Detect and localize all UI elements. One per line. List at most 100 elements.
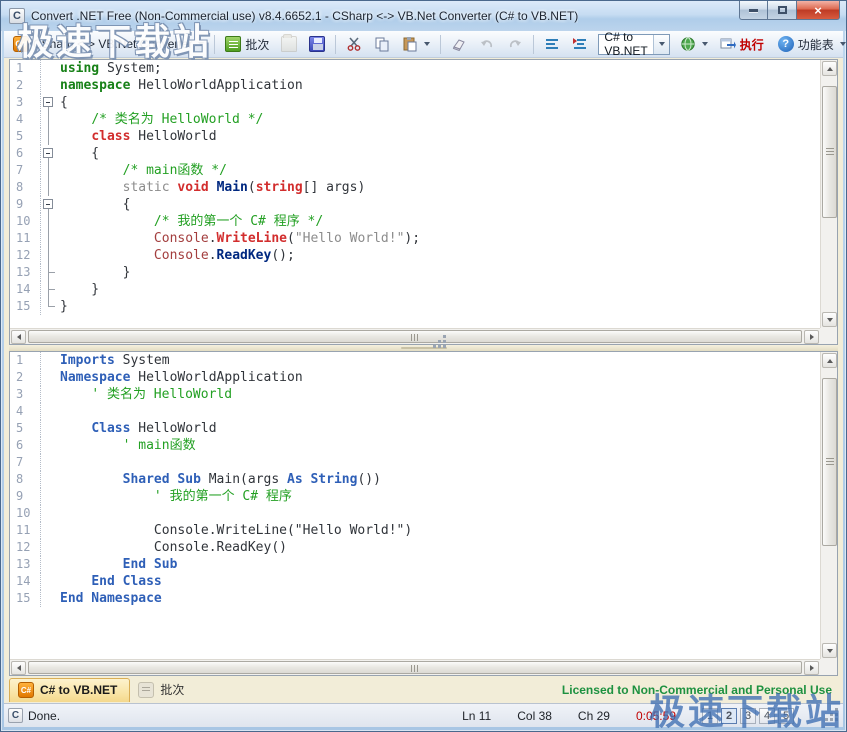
vbnet-code-area[interactable]: 1Imports System2Namespace HelloWorldAppl… bbox=[10, 352, 820, 659]
fold-toggle-icon[interactable] bbox=[40, 94, 56, 111]
tab-bar: C# C# to VB.NET 批次 Licensed to Non-Comme… bbox=[9, 676, 838, 703]
code-line: 1using System; bbox=[10, 60, 820, 77]
app-window: C Convert .NET Free (Non-Commercial use)… bbox=[0, 0, 847, 732]
csharp-vertical-scrollbar[interactable] bbox=[820, 60, 837, 328]
line-number: 1 bbox=[10, 352, 40, 369]
fold-margin bbox=[40, 77, 56, 94]
undo-button[interactable] bbox=[474, 33, 500, 56]
restore-button[interactable] bbox=[768, 1, 797, 20]
scroll-thumb[interactable] bbox=[28, 661, 802, 674]
converter-mode-button[interactable]: C# CSharp <-> VB.Net Converter bbox=[8, 33, 209, 56]
line-number: 7 bbox=[10, 162, 40, 179]
csharp-horizontal-scrollbar[interactable] bbox=[10, 328, 820, 344]
vbnet-horizontal-scrollbar[interactable] bbox=[10, 659, 820, 675]
line-number: 13 bbox=[10, 264, 40, 281]
layout-button-2[interactable]: 2 bbox=[721, 708, 737, 724]
layout-button-3[interactable]: 3 bbox=[740, 708, 756, 724]
line-number: 10 bbox=[10, 213, 40, 230]
code-line: 2Namespace HelloWorldApplication bbox=[10, 369, 820, 386]
scroll-up-button[interactable] bbox=[822, 353, 837, 368]
tab-batch[interactable]: 批次 bbox=[130, 678, 196, 702]
combo-dropdown-button[interactable] bbox=[653, 35, 669, 54]
copy-button[interactable] bbox=[369, 33, 395, 56]
client-area: 1using System;2namespace HelloWorldAppli… bbox=[4, 58, 843, 703]
fold-margin bbox=[40, 522, 56, 539]
fold-margin bbox=[40, 590, 56, 607]
fold-margin bbox=[40, 420, 56, 437]
paste-button[interactable] bbox=[397, 33, 435, 56]
arrow-up-icon bbox=[827, 359, 833, 363]
code-text: /* main函数 */ bbox=[56, 162, 227, 179]
scroll-left-button[interactable] bbox=[11, 330, 26, 344]
open-button[interactable] bbox=[276, 33, 302, 56]
code-text: ' 我的第一个 C# 程序 bbox=[56, 488, 292, 505]
run-button[interactable]: 执行 bbox=[715, 33, 769, 56]
globe-icon bbox=[680, 36, 696, 52]
menu-button[interactable]: ? 功能表 bbox=[773, 33, 847, 56]
fold-toggle-icon[interactable] bbox=[40, 145, 56, 162]
batch-button[interactable]: 批次 bbox=[220, 33, 274, 56]
clear-button[interactable] bbox=[446, 33, 472, 56]
line-number: 14 bbox=[10, 281, 40, 298]
scroll-down-button[interactable] bbox=[822, 643, 837, 658]
cut-icon bbox=[346, 36, 362, 52]
cut-button[interactable] bbox=[341, 33, 367, 56]
code-text: { bbox=[56, 145, 99, 162]
window-controls: × bbox=[739, 1, 840, 20]
fold-margin bbox=[40, 403, 56, 420]
code-line: 8 Shared Sub Main(args As String()) bbox=[10, 471, 820, 488]
title-bar[interactable]: C Convert .NET Free (Non-Commercial use)… bbox=[1, 1, 846, 31]
scroll-down-button[interactable] bbox=[822, 312, 837, 327]
tab-cs-to-vbnet[interactable]: C# C# to VB.NET bbox=[9, 678, 130, 702]
indent-lines-icon bbox=[572, 36, 588, 52]
line-number: 12 bbox=[10, 247, 40, 264]
close-icon: × bbox=[814, 3, 822, 18]
scroll-thumb[interactable] bbox=[28, 330, 802, 343]
code-text: } bbox=[56, 298, 68, 315]
csharp-editor[interactable]: 1using System;2namespace HelloWorldAppli… bbox=[9, 59, 838, 345]
status-column: Col 38 bbox=[517, 709, 552, 723]
code-text: ' main函数 bbox=[56, 437, 196, 454]
scroll-thumb[interactable] bbox=[822, 86, 837, 218]
scroll-right-button[interactable] bbox=[804, 661, 819, 675]
close-button[interactable]: × bbox=[797, 1, 840, 20]
code-text: using System; bbox=[56, 60, 162, 77]
redo-icon bbox=[507, 36, 523, 52]
chevron-down-icon bbox=[198, 42, 204, 46]
code-text: { bbox=[56, 196, 130, 213]
fold-margin bbox=[40, 556, 56, 573]
online-service-button[interactable] bbox=[675, 33, 713, 56]
arrow-left-icon bbox=[17, 665, 21, 671]
scroll-right-button[interactable] bbox=[804, 330, 819, 344]
code-line: 9 ' 我的第一个 C# 程序 bbox=[10, 488, 820, 505]
minimize-button[interactable] bbox=[739, 1, 768, 20]
fold-toggle-icon[interactable] bbox=[40, 196, 56, 213]
resize-grip[interactable] bbox=[826, 709, 839, 722]
conversion-direction-combo[interactable]: C# to VB.NET bbox=[598, 34, 669, 55]
batch-icon bbox=[225, 36, 241, 52]
scroll-up-button[interactable] bbox=[822, 61, 837, 76]
window-title: Convert .NET Free (Non-Commercial use) v… bbox=[31, 9, 578, 23]
layout-button-4[interactable]: 4 bbox=[759, 708, 775, 724]
code-line: 5 Class HelloWorld bbox=[10, 420, 820, 437]
layout-button-5[interactable]: 5 bbox=[778, 708, 794, 724]
code-text: Shared Sub Main(args As String()) bbox=[56, 471, 381, 488]
vbnet-editor[interactable]: 1Imports System2Namespace HelloWorldAppl… bbox=[9, 351, 838, 676]
scroll-thumb[interactable] bbox=[822, 378, 837, 546]
redo-button[interactable] bbox=[502, 33, 528, 56]
save-icon bbox=[309, 36, 325, 52]
open-folder-icon bbox=[281, 36, 297, 52]
undo-icon bbox=[479, 36, 495, 52]
indent-button[interactable] bbox=[567, 33, 593, 56]
fold-margin bbox=[40, 162, 56, 179]
code-text: namespace HelloWorldApplication bbox=[56, 77, 303, 94]
line-number: 3 bbox=[10, 94, 40, 111]
scroll-left-button[interactable] bbox=[11, 661, 26, 675]
format-code-button[interactable] bbox=[539, 33, 565, 56]
code-line: 11 Console.WriteLine("Hello World!") bbox=[10, 522, 820, 539]
save-button[interactable] bbox=[304, 33, 330, 56]
vbnet-vertical-scrollbar[interactable] bbox=[820, 352, 837, 659]
layout-button-1[interactable]: 1 bbox=[702, 708, 718, 724]
code-text: Console.WriteLine("Hello World!"); bbox=[56, 230, 420, 247]
csharp-code-area[interactable]: 1using System;2namespace HelloWorldAppli… bbox=[10, 60, 820, 328]
